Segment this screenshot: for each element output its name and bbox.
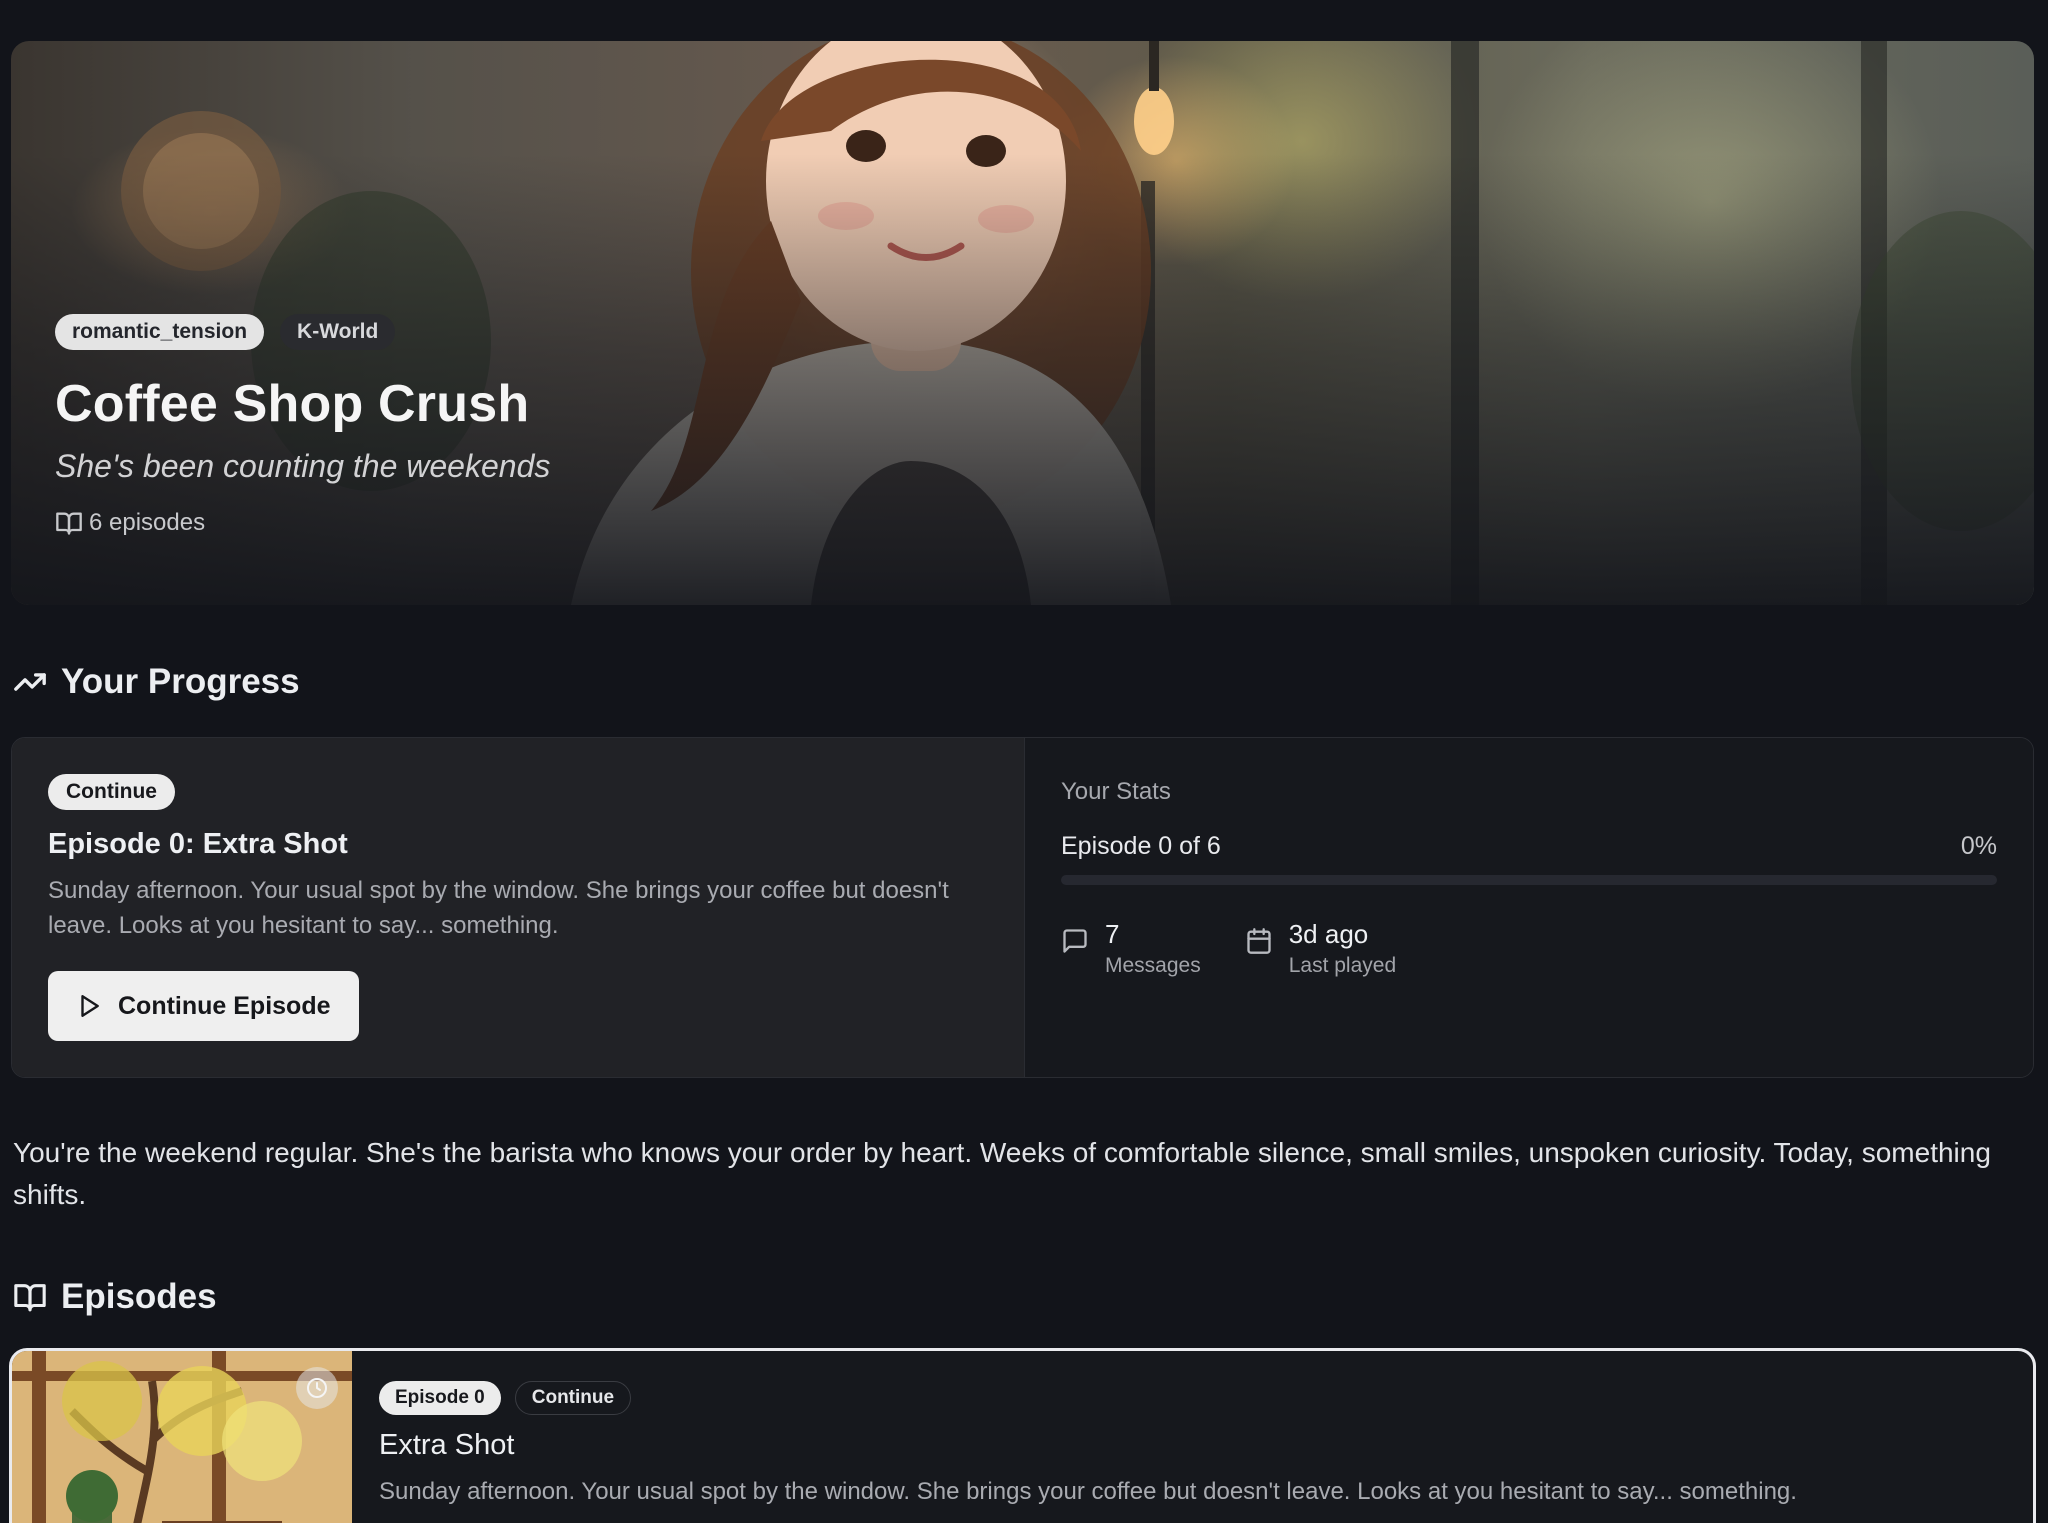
continue-episode-label: Continue Episode — [118, 991, 331, 1020]
trending-up-icon — [14, 673, 46, 691]
episodes-heading: Episodes — [13, 1277, 217, 1317]
progress-bar — [1061, 875, 1997, 885]
last-played-stat: 3d ago Last played — [1245, 919, 1396, 978]
progress-heading-label: Your Progress — [61, 662, 300, 701]
book-open-icon — [14, 1284, 46, 1312]
stats-title: Your Stats — [1061, 778, 1171, 805]
episode-description: Sunday afternoon. Your usual spot by the… — [379, 1478, 1797, 1505]
book-open-icon — [56, 512, 82, 535]
message-square-icon — [1063, 929, 1087, 953]
play-icon — [81, 995, 99, 1017]
continue-episode-button[interactable]: Continue Episode — [48, 971, 359, 1041]
episodes-heading-label: Episodes — [61, 1277, 217, 1316]
episode-badges: Episode 0 Continue — [379, 1381, 1797, 1415]
hero-banner: romantic_tension K-World Coffee Shop Cru… — [11, 41, 2034, 605]
calendar-icon — [1247, 928, 1271, 954]
current-episode-description: Sunday afternoon. Your usual spot by the… — [48, 877, 949, 939]
last-played-value: 3d ago — [1288, 919, 1369, 949]
world-tag[interactable]: K-World — [280, 314, 396, 350]
progress-card: Continue Episode 0: Extra Shot Sunday af… — [11, 737, 2034, 1078]
story-subtitle: She's been counting the weekends — [55, 448, 551, 484]
genre-tag[interactable]: romantic_tension — [55, 314, 265, 350]
stat-items: 7 Messages 3d ago Last played — [1061, 919, 1997, 978]
current-episode-panel: Continue Episode 0: Extra Shot Sunday af… — [12, 738, 1025, 1077]
story-page: romantic_tension K-World Coffee Shop Cru… — [0, 0, 2048, 1523]
episode-card[interactable]: Episode 0 Continue Extra Shot Sunday aft… — [9, 1348, 2036, 1523]
episode-title: Extra Shot — [379, 1429, 515, 1461]
messages-value: 7 — [1105, 919, 1120, 949]
tag-list: romantic_tension K-World — [55, 314, 550, 350]
messages-stat: 7 Messages — [1061, 919, 1201, 978]
clock-icon — [307, 1378, 327, 1398]
clock-badge — [296, 1367, 338, 1409]
hero-content: romantic_tension K-World Coffee Shop Cru… — [55, 314, 550, 537]
episode-count: 6 episodes — [55, 509, 550, 537]
episode-count-label: 6 episodes — [89, 509, 206, 536]
episode-card-body: Episode 0 Continue Extra Shot Sunday aft… — [379, 1381, 1797, 1506]
episode-progress-row: Episode 0 of 6 0% — [1061, 832, 1997, 861]
story-title: Coffee Shop Crush — [55, 375, 530, 433]
current-episode-title: Episode 0: Extra Shot — [48, 828, 348, 860]
stats-panel: Your Stats Episode 0 of 6 0% 7 Messages — [1025, 738, 2033, 1077]
story-description: You're the weekend regular. She's the ba… — [13, 1137, 1991, 1210]
episode-number-badge: Episode 0 — [379, 1381, 501, 1415]
last-played-label: Last played — [1288, 954, 1397, 977]
progress-percent: 0% — [1960, 832, 1997, 860]
episode-progress-text: Episode 0 of 6 — [1061, 832, 1221, 860]
messages-label: Messages — [1105, 954, 1201, 977]
progress-heading: Your Progress — [13, 662, 300, 702]
episode-status-badge: Continue — [514, 1381, 632, 1415]
continue-badge: Continue — [48, 774, 175, 810]
